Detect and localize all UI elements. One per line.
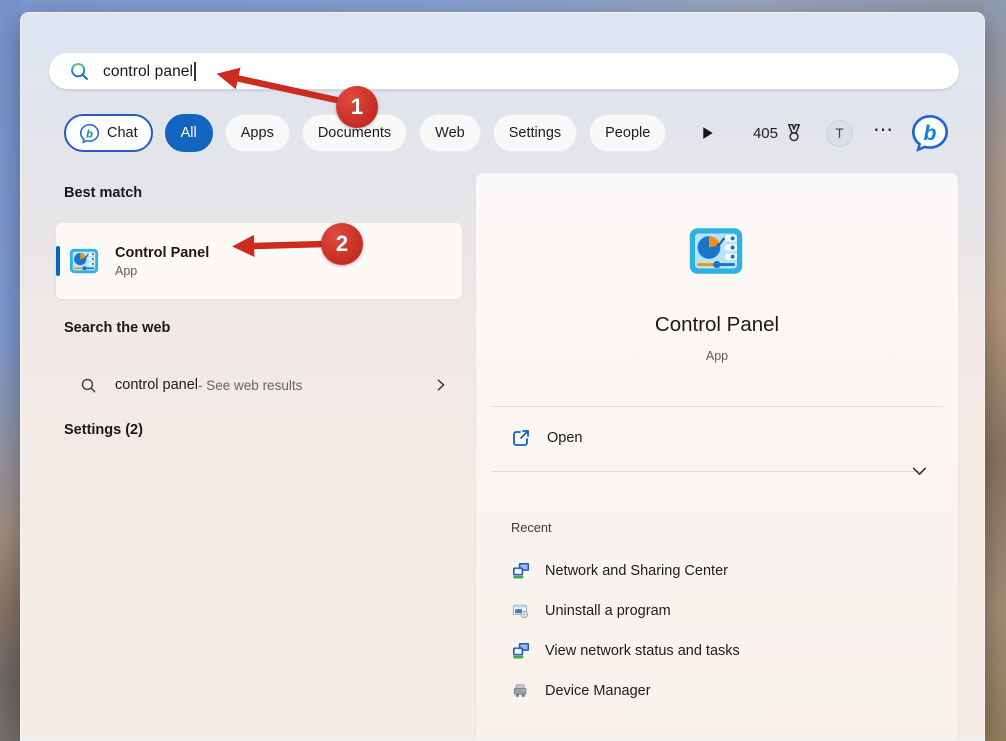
- recent-item-uninstall-program[interactable]: Uninstall a program: [491, 591, 943, 631]
- badge-1-number: 1: [351, 94, 363, 120]
- recent-item-device-manager[interactable]: Device Manager: [491, 671, 943, 711]
- search-query-text: control panel: [103, 63, 193, 81]
- bing-chat-icon: b: [79, 123, 100, 144]
- uninstall-icon: [512, 602, 530, 620]
- search-glyph-icon: [80, 377, 97, 394]
- rewards-button[interactable]: 405: [753, 122, 805, 144]
- recent-item-label: Uninstall a program: [545, 603, 671, 619]
- settings-heading: Settings (2): [64, 422, 143, 438]
- tab-chat[interactable]: b Chat: [64, 114, 153, 152]
- open-external-icon: [511, 428, 531, 448]
- control-panel-icon-large: [688, 223, 744, 279]
- desktop-wallpaper-right: [984, 0, 1006, 741]
- search-flyout-window: control panel b Chat All Apps Documents …: [20, 12, 985, 741]
- chevron-right-icon: [434, 378, 448, 392]
- recent-item-label: Network and Sharing Center: [545, 563, 728, 579]
- device-manager-icon: [512, 682, 530, 700]
- user-avatar[interactable]: T: [826, 120, 853, 147]
- rewards-medal-icon: [783, 122, 805, 144]
- avatar-initial: T: [835, 126, 843, 141]
- search-input[interactable]: control panel: [49, 53, 959, 90]
- annotation-badge-2: 2: [321, 223, 363, 265]
- web-result-suffix: - See web results: [198, 378, 302, 393]
- annotation-badge-1: 1: [336, 86, 378, 128]
- tab-people-label: People: [605, 125, 650, 141]
- web-result-query: control panel: [115, 377, 198, 393]
- badge-2-number: 2: [336, 231, 348, 257]
- open-label: Open: [547, 430, 582, 446]
- tab-settings[interactable]: Settings: [493, 114, 577, 152]
- search-icon: [69, 61, 90, 82]
- svg-text:b: b: [86, 128, 93, 140]
- divider: [491, 471, 923, 472]
- recent-item-network-sharing-center[interactable]: Network and Sharing Center: [491, 551, 943, 591]
- tab-people[interactable]: People: [589, 114, 666, 152]
- recent-list: Network and Sharing Center Uninstall a p…: [491, 551, 943, 711]
- network-icon: [512, 642, 530, 660]
- bing-icon[interactable]: b: [910, 113, 950, 153]
- tab-web-label: Web: [435, 125, 465, 141]
- tab-all-label: All: [181, 125, 197, 141]
- recent-heading: Recent: [511, 520, 552, 535]
- tab-settings-label: Settings: [509, 125, 561, 141]
- chevron-down-icon[interactable]: [911, 463, 928, 480]
- play-icon[interactable]: [700, 125, 715, 141]
- divider: [491, 406, 943, 407]
- control-panel-icon: [69, 246, 99, 276]
- web-search-result[interactable]: control panel - See web results: [56, 363, 462, 407]
- more-options-icon[interactable]: ⋯: [873, 120, 894, 146]
- recent-item-label: Device Manager: [545, 683, 651, 699]
- best-match-title: Control Panel: [115, 244, 209, 264]
- rewards-points: 405: [753, 125, 778, 142]
- tab-apps[interactable]: Apps: [225, 114, 290, 152]
- best-match-heading: Best match: [64, 185, 142, 201]
- search-toolbar-right: 405 T ⋯ b: [700, 113, 950, 153]
- open-action[interactable]: Open: [491, 416, 943, 460]
- tab-apps-label: Apps: [241, 125, 274, 141]
- desktop-wallpaper-left: [0, 0, 21, 741]
- recent-item-label: View network status and tasks: [545, 643, 740, 659]
- tab-chat-label: Chat: [107, 125, 138, 141]
- selection-accent-bar: [56, 246, 60, 276]
- tab-all[interactable]: All: [165, 114, 213, 152]
- best-match-subtitle: App: [115, 264, 209, 278]
- detail-app-title: Control Panel: [476, 313, 958, 337]
- search-web-heading: Search the web: [64, 320, 170, 336]
- app-detail-panel: Control Panel App Open Recent: [476, 173, 958, 741]
- svg-text:b: b: [924, 122, 937, 145]
- network-icon: [512, 562, 530, 580]
- best-match-result[interactable]: Control Panel App: [56, 223, 462, 299]
- text-caret: [194, 62, 196, 81]
- recent-item-view-network-status[interactable]: View network status and tasks: [491, 631, 943, 671]
- detail-app-subtitle: App: [476, 349, 958, 363]
- tab-web[interactable]: Web: [419, 114, 481, 152]
